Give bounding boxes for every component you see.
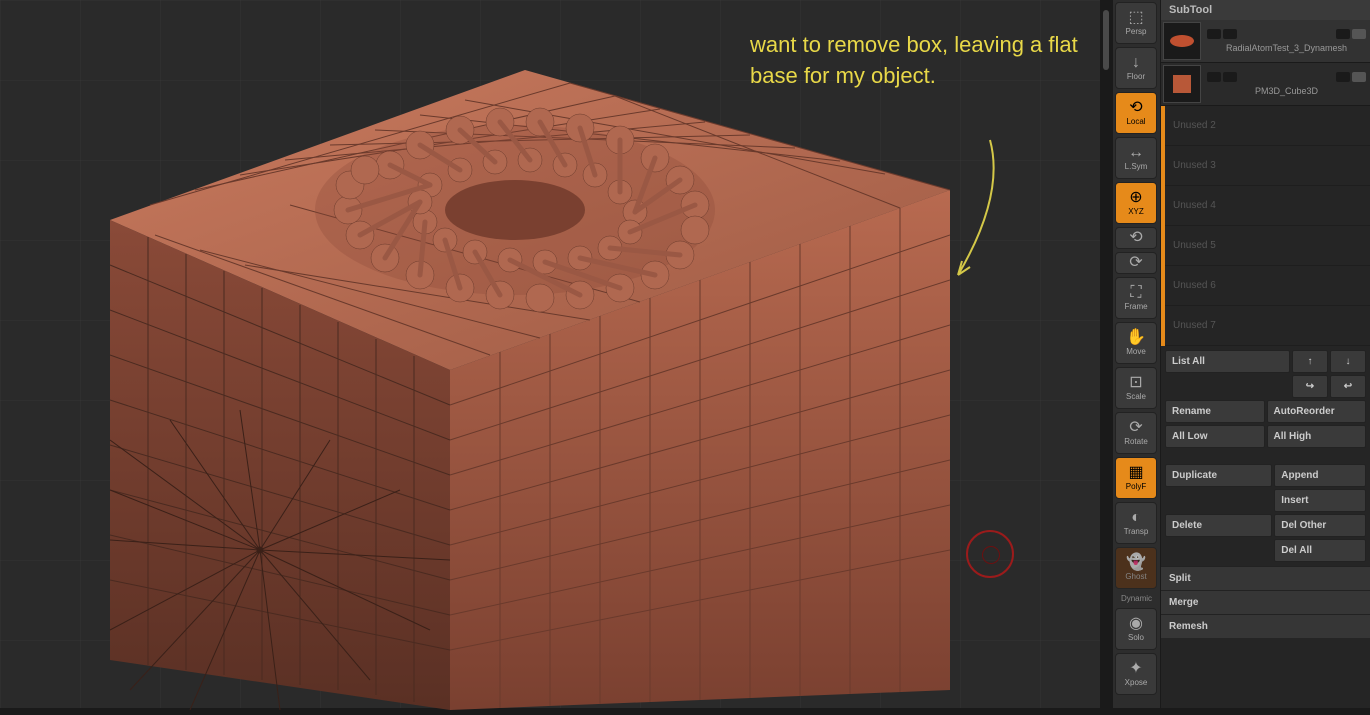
- local-button[interactable]: ⟲Local: [1115, 92, 1157, 134]
- eye-icon[interactable]: [1352, 29, 1366, 39]
- floor-button[interactable]: ↓Floor: [1115, 47, 1157, 89]
- subtool-vis-icon[interactable]: [1223, 29, 1237, 39]
- indent-right-button[interactable]: ↪: [1292, 375, 1328, 398]
- subtool-slot[interactable]: Unused 3: [1165, 146, 1370, 186]
- annotation-arrow: [950, 135, 1010, 285]
- rotate-button[interactable]: ⟳Rotate: [1115, 412, 1157, 454]
- list-all-button[interactable]: List All: [1165, 350, 1290, 373]
- remesh-section[interactable]: Remesh: [1161, 614, 1370, 638]
- move-button[interactable]: ✋Move: [1115, 322, 1157, 364]
- lsym-button[interactable]: ↔L.Sym: [1115, 137, 1157, 179]
- eye-icon[interactable]: [1352, 72, 1366, 82]
- merge-section[interactable]: Merge: [1161, 590, 1370, 614]
- duplicate-button[interactable]: Duplicate: [1165, 464, 1272, 487]
- split-section[interactable]: Split: [1161, 566, 1370, 590]
- ghost-button[interactable]: 👻Ghost: [1115, 547, 1157, 589]
- dynamic-label: Dynamic: [1115, 592, 1158, 605]
- subtool-list: RadialAtomTest_3_Dynamesh PM3D_Cube3D Un…: [1161, 20, 1370, 346]
- scale-button[interactable]: ⊡Scale: [1115, 367, 1157, 409]
- rename-button[interactable]: Rename: [1165, 400, 1265, 423]
- right-toolbar: ⬚Persp ↓Floor ⟲Local ↔L.Sym ⊕XYZ ⟲ ⟳ ⛶Fr…: [1112, 0, 1160, 708]
- transp-button[interactable]: ◐Transp: [1115, 502, 1157, 544]
- subtool-name: RadialAtomTest_3_Dynamesh: [1205, 41, 1368, 55]
- all-low-button[interactable]: All Low: [1165, 425, 1265, 448]
- indent-left-button[interactable]: ↩: [1330, 375, 1366, 398]
- autoreorder-button[interactable]: AutoReorder: [1267, 400, 1367, 423]
- subtool-slot[interactable]: Unused 6: [1165, 266, 1370, 306]
- frame-button[interactable]: ⛶Frame: [1115, 277, 1157, 319]
- all-high-button[interactable]: All High: [1267, 425, 1367, 448]
- move-down-button[interactable]: ↓: [1330, 350, 1366, 373]
- persp-button[interactable]: ⬚Persp: [1115, 2, 1157, 44]
- xpose-button[interactable]: ✦Xpose: [1115, 653, 1157, 695]
- insert-button[interactable]: Insert: [1274, 489, 1366, 512]
- viewport-3d[interactable]: want to remove box, leaving a flat base …: [0, 0, 1100, 708]
- panel-header[interactable]: SubTool: [1161, 0, 1370, 20]
- subtool-vis-icon[interactable]: [1223, 72, 1237, 82]
- rotate-z-button[interactable]: ⟳: [1115, 252, 1157, 274]
- subtool-vis-icon[interactable]: [1207, 72, 1221, 82]
- subtool-panel: SubTool RadialAtomTest_3_Dynamesh: [1160, 0, 1370, 708]
- subtool-item-0[interactable]: RadialAtomTest_3_Dynamesh: [1161, 20, 1370, 63]
- subtool-slot[interactable]: Unused 5: [1165, 226, 1370, 266]
- append-button[interactable]: Append: [1274, 464, 1366, 487]
- subtool-slot[interactable]: Unused 7: [1165, 306, 1370, 346]
- rendered-mesh[interactable]: [80, 70, 950, 710]
- delete-button[interactable]: Delete: [1165, 514, 1272, 537]
- del-other-button[interactable]: Del Other: [1274, 514, 1366, 537]
- move-up-button[interactable]: ↑: [1292, 350, 1328, 373]
- rotate-y-button[interactable]: ⟲: [1115, 227, 1157, 249]
- subtool-vis-icon[interactable]: [1336, 29, 1350, 39]
- subtool-name: PM3D_Cube3D: [1205, 84, 1368, 98]
- brush-cursor-icon: [966, 530, 1014, 578]
- subtool-slot[interactable]: Unused 2: [1165, 106, 1370, 146]
- subtool-item-1[interactable]: PM3D_Cube3D: [1161, 63, 1370, 106]
- subtool-vis-icon[interactable]: [1207, 29, 1221, 39]
- subtool-vis-icon[interactable]: [1336, 72, 1350, 82]
- del-all-button[interactable]: Del All: [1274, 539, 1366, 562]
- viewport-scroll[interactable]: [1100, 0, 1112, 708]
- subtool-thumbnail: [1163, 22, 1201, 60]
- subtool-thumbnail: [1163, 65, 1201, 103]
- user-annotation: want to remove box, leaving a flat base …: [750, 30, 1100, 92]
- subtool-slot[interactable]: Unused 4: [1165, 186, 1370, 226]
- xyz-button[interactable]: ⊕XYZ: [1115, 182, 1157, 224]
- solo-button[interactable]: ◉Solo: [1115, 608, 1157, 650]
- polyf-button[interactable]: ▦PolyF: [1115, 457, 1157, 499]
